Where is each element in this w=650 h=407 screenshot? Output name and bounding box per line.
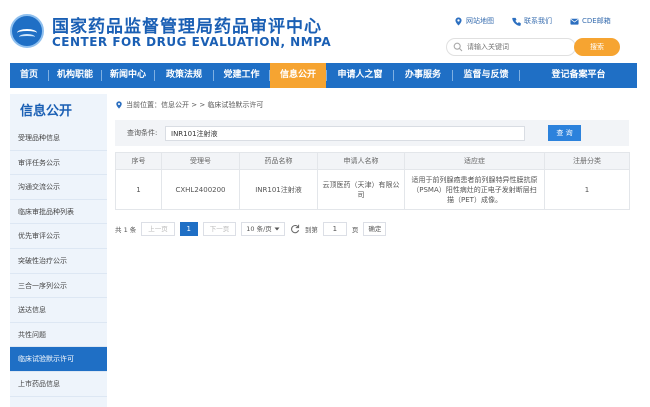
mail-icon (570, 18, 579, 25)
nav-item-info-public[interactable]: 信息公开 (270, 63, 326, 88)
sidebar-item-priority-review[interactable]: 优先审评公示 (10, 224, 107, 249)
sidebar-item-common-questions[interactable]: 共性问题 (10, 323, 107, 348)
pager-confirm-button[interactable]: 确定 (363, 222, 387, 236)
main-nav: 首页 机构职能 新闻中心 政策法规 党建工作 信息公开 申请人之窗 办事服务 监… (10, 63, 637, 88)
cell-accept-no[interactable]: CXHL2400200 (161, 169, 240, 210)
breadcrumb: 当前位置：信息公开 > > 临床试验默示许可 (115, 100, 263, 110)
site-search-input[interactable] (467, 41, 567, 53)
query-input[interactable] (165, 126, 525, 141)
site-title-en: CENTER FOR DRUG EVALUATION, NMPA (52, 35, 332, 49)
sidebar-item-accepted[interactable]: 受理品种信息 (10, 126, 107, 151)
pager-prev-button[interactable]: 上一页 (141, 222, 175, 236)
email-link[interactable]: CDE邮箱 (570, 16, 611, 26)
col-header-seq: 序号 (115, 152, 162, 170)
sidebar: 信息公开 受理品种信息 审评任务公示 沟通交流公示 临床审批品种列表 优先审评公… (10, 94, 107, 407)
top-links: 网站地图 联系我们 CDE邮箱 (454, 16, 611, 26)
contact-link-label: 联系我们 (524, 17, 552, 25)
sidebar-item-clinical-approval-list[interactable]: 临床审批品种列表 (10, 200, 107, 225)
nav-item-services[interactable]: 办事服务 (394, 63, 452, 88)
sidebar-item-communication[interactable]: 沟通交流公示 (10, 175, 107, 200)
pager-size-select[interactable]: 10 条/页 (241, 222, 285, 236)
pagination: 共 1 条 上一页 1 下一页 10 条/页 到第 1 页 确定 (115, 222, 387, 236)
cde-logo-icon[interactable] (10, 14, 44, 48)
sidebar-item-delivery[interactable]: 送达信息 (10, 298, 107, 323)
refresh-icon[interactable] (290, 224, 300, 234)
cell-indication: 适用于前列腺癌患者前列腺特异性膜抗原（PSMA）阳性病灶的正电子发射断层扫描（P… (404, 169, 545, 210)
col-header-drug-name: 药品名称 (239, 152, 318, 170)
breadcrumb-text: 当前位置：信息公开 > > 临床试验默示许可 (126, 101, 264, 109)
nav-item-about[interactable]: 机构职能 (49, 63, 101, 88)
site-header: 国家药品监督管理局药品审评中心 CENTER FOR DRUG EVALUATI… (0, 0, 650, 62)
pager-goto-input[interactable]: 1 (322, 222, 347, 236)
cell-reg-class: 1 (544, 169, 630, 210)
cell-drug-name: INR101注射液 (239, 169, 318, 210)
location-pin-icon (455, 16, 462, 26)
nav-item-home[interactable]: 首页 (10, 63, 48, 88)
sitemap-link[interactable]: 网站地图 (454, 16, 494, 26)
content-area: 信息公开 受理品种信息 审评任务公示 沟通交流公示 临床审批品种列表 优先审评公… (10, 94, 637, 407)
nav-item-policy[interactable]: 政策法规 (155, 63, 213, 88)
cell-applicant: 云顶医药（天津）有限公司 (317, 169, 405, 210)
col-header-applicant: 申请人名称 (317, 152, 405, 170)
pager-total: 共 1 条 (115, 226, 137, 234)
sidebar-item-marketed-drugs[interactable]: 上市药品信息 (10, 372, 107, 397)
search-icon (453, 42, 463, 52)
results-table: 序号 受理号 药品名称 申请人名称 适应症 注册分类 1 CXHL2400200… (115, 152, 630, 210)
sidebar-item-clinical-trial-implied[interactable]: 临床试验默示许可 (10, 347, 107, 372)
sidebar-item-breakthrough[interactable]: 突破性治疗公示 (10, 249, 107, 274)
location-pin-icon (116, 101, 122, 109)
pager-page-unit: 页 (351, 226, 359, 234)
col-header-reg-class: 注册分类 (544, 152, 630, 170)
nav-item-registration[interactable]: 登记备案平台 (520, 63, 637, 88)
query-button[interactable]: 查 询 (548, 125, 581, 141)
phone-icon (512, 17, 521, 26)
nav-item-applicant[interactable]: 申请人之窗 (327, 63, 393, 88)
col-header-accept-no: 受理号 (161, 152, 240, 170)
col-header-indication: 适应症 (404, 152, 545, 170)
query-label: 查询条件: (127, 129, 158, 137)
nav-item-news[interactable]: 新闻中心 (102, 63, 154, 88)
nav-item-feedback[interactable]: 监督与反馈 (453, 63, 519, 88)
site-title-cn: 国家药品监督管理局药品审评中心 (52, 17, 322, 37)
table-row[interactable]: 1 CXHL2400200 INR101注射液 云顶医药（天津）有限公司 适用于… (115, 169, 630, 210)
site-search-button[interactable]: 搜索 (574, 38, 620, 56)
nav-item-party[interactable]: 党建工作 (214, 63, 269, 88)
query-bar: 查询条件: 查 询 (115, 120, 629, 146)
pager-size-label: 10 条/页 (246, 225, 272, 233)
contact-link[interactable]: 联系我们 (512, 16, 552, 26)
pager-current-page[interactable]: 1 (179, 222, 198, 236)
cell-seq: 1 (115, 169, 162, 210)
sidebar-title: 信息公开 (20, 104, 73, 119)
sidebar-item-three-in-one[interactable]: 三合一序列公示 (10, 274, 107, 299)
sitemap-link-label: 网站地图 (466, 17, 494, 25)
caret-down-icon (274, 227, 280, 231)
pager-next-button[interactable]: 下一页 (202, 222, 237, 236)
sidebar-item-review-tasks[interactable]: 审评任务公示 (10, 151, 107, 176)
table-header-row: 序号 受理号 药品名称 申请人名称 适应症 注册分类 (115, 152, 630, 170)
main-panel: 当前位置：信息公开 > > 临床试验默示许可 查询条件: 查 询 序号 受理号 … (115, 94, 637, 407)
email-link-label: CDE邮箱 (582, 17, 611, 25)
pager-goto-label: 到第 (304, 226, 318, 234)
site-search-box (446, 38, 576, 56)
